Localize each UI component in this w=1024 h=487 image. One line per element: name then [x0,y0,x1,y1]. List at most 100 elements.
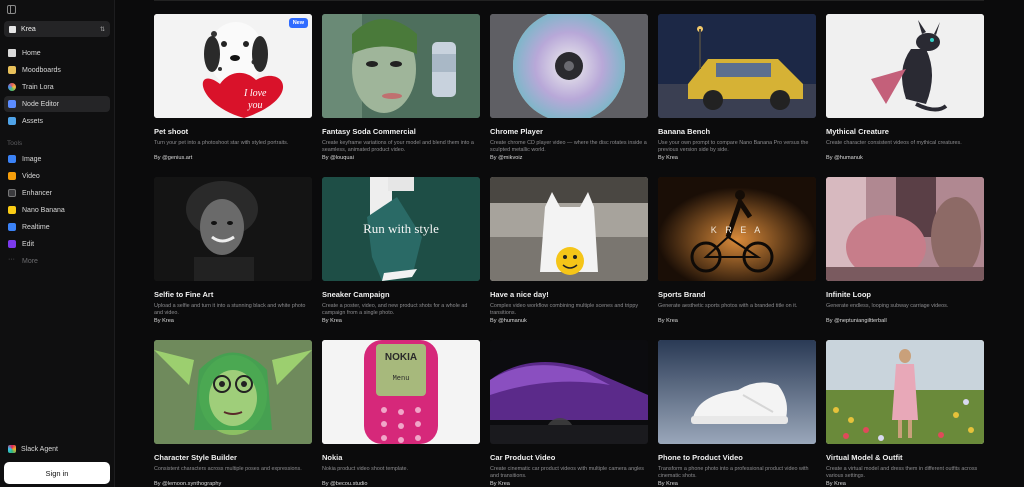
template-thumbnail[interactable] [658,340,816,444]
template-card[interactable]: K R E A Sports Brand Generate aesthetic sp… [658,177,816,340]
template-thumbnail[interactable] [154,340,312,444]
template-thumbnail[interactable]: K R E A [658,177,816,281]
nav-item-nano-banana[interactable]: Nano Banana [4,202,110,218]
template-card[interactable]: I love you New Pet shoot Turn your pet into … [154,14,312,177]
template-description: Create a virtual model and dress them in… [826,466,978,480]
slack-agent-link[interactable]: Slack Agent [0,442,114,456]
template-author[interactable]: By @genius.art [154,155,312,161]
nav-item-train-lora[interactable]: Train Lora [4,79,110,95]
template-thumbnail[interactable]: I love you New [154,14,312,118]
author-name: @genius.art [162,155,193,161]
template-card[interactable]: Selfie to Fine Art Upload a selfie and tu… [154,177,312,340]
nav-item-moodboards[interactable]: Moodboards [4,62,110,78]
template-card[interactable]: Infinite Loop Generate endless, looping s… [826,177,984,340]
workspace-switcher[interactable]: Krea ⇅ [4,21,110,37]
author-prefix: By [490,155,497,161]
template-title: Virtual Model & Outfit [826,453,903,462]
chevron-updown-icon: ⇅ [99,26,105,33]
author-prefix: By [154,318,161,324]
author-prefix: By [322,155,329,161]
template-title: Sports Brand [658,290,706,299]
template-description: Nokia product video shoot template. [322,466,409,472]
template-thumbnail[interactable] [322,14,480,118]
template-card[interactable]: Mythical Creature Create character consis… [826,14,984,177]
node-editor-icon [8,100,16,108]
nav-item-edit[interactable]: Edit [4,236,110,252]
app-root: Krea ⇅ Home Moodboards Train Lora Node E… [0,0,1024,487]
moodboard-icon [8,66,16,74]
templates-gallery: I love you New Pet shoot Turn your pet into … [115,0,1024,487]
author-name: @lemoon.synthography [162,481,222,487]
template-title: Fantasy Soda Commercial [322,127,416,136]
template-author[interactable]: By @louquai [322,155,480,161]
template-card[interactable]: Car Product Video Create cinematic car pr… [490,340,648,487]
template-thumbnail[interactable] [490,340,648,444]
author-name: @mikvoiz [498,155,523,161]
nav-label: Video [22,172,40,180]
template-description: Transform a phone photo into a professio… [658,466,809,480]
nav-label: Edit [22,240,35,248]
template-author[interactable]: By Krea [658,481,816,487]
template-card[interactable]: Chrome Player Create chrome CD player vid… [490,14,648,177]
template-thumbnail[interactable] [826,340,984,444]
author-prefix: By [154,481,161,487]
template-card[interactable]: Phone to Product Video Transform a phone … [658,340,816,487]
template-author[interactable]: By Krea [490,481,648,487]
nav-item-home[interactable]: Home [4,45,110,61]
template-description: Complex video workflow combining multipl… [490,303,639,317]
author-prefix: By [658,155,665,161]
template-author[interactable]: By Krea [154,318,312,324]
template-card[interactable]: Fantasy Soda Commercial Create keyframe v… [322,14,480,177]
workspace-name: Krea [21,25,36,33]
template-author[interactable]: By @humanuk [826,155,984,161]
template-thumbnail[interactable] [490,14,648,118]
template-author[interactable]: By Krea [658,318,816,324]
nav-item-more[interactable]: ··· More [4,253,110,269]
template-thumbnail[interactable]: Run with style [322,177,480,281]
author-name: Krea [330,318,342,324]
nav-label: Realtime [22,223,50,231]
template-title: Phone to Product Video [658,453,743,462]
author-name: @louquai [330,155,354,161]
template-card[interactable]: Banana Bench Use your own prompt to compa… [658,14,816,177]
nav-item-enhancer[interactable]: Enhancer [4,185,110,201]
author-name: Krea [162,318,174,324]
sidebar: Krea ⇅ Home Moodboards Train Lora Node E… [0,0,115,487]
template-author[interactable]: By Krea [826,481,984,487]
template-card[interactable]: Virtual Model & Outfit Create a virtual m… [826,340,984,487]
nav-item-image[interactable]: Image [4,151,110,167]
template-thumbnail[interactable] [658,14,816,118]
template-card[interactable]: Have a nice day! Complex video workflow c… [490,177,648,340]
nav-item-realtime[interactable]: Realtime [4,219,110,235]
sidebar-toggle-icon[interactable] [7,4,16,14]
template-author[interactable]: By @neptuniangiltterball [826,318,984,324]
template-card[interactable]: NOKIA Menu Nokia Nokia product video shoot … [322,340,480,487]
template-card[interactable]: Run with style Sneaker Campaign Create a p… [322,177,480,340]
template-card[interactable]: Character Style Builder Consistent charac… [154,340,312,487]
thumbnail-text: you [247,100,262,111]
template-thumbnail[interactable] [490,177,648,281]
template-author[interactable]: By @lemoon.synthography [154,481,312,487]
template-thumbnail[interactable]: NOKIA Menu [322,340,480,444]
tools-nav: Image Video Enhancer Nano Banana Realtim… [0,151,114,269]
nav-item-assets[interactable]: Assets [4,113,110,129]
sign-in-button[interactable]: Sign in [4,462,110,484]
template-grid: I love you New Pet shoot Turn your pet into … [154,14,984,487]
template-author[interactable]: By Krea [658,155,816,161]
template-description: Create chrome CD player video — where th… [490,140,647,154]
sidebar-header [0,0,114,18]
template-title: Banana Bench [658,127,711,136]
template-author[interactable]: By @mikvoiz [490,155,648,161]
nav-label: Nano Banana [22,206,65,214]
nav-item-video[interactable]: Video [4,168,110,184]
template-thumbnail[interactable] [826,177,984,281]
template-thumbnail[interactable] [154,177,312,281]
template-thumbnail[interactable] [826,14,984,118]
thumbnail-text: Run with style [363,221,439,236]
template-title: Pet shoot [154,127,189,136]
template-author[interactable]: By @humanuk [490,318,648,324]
template-author[interactable]: By @becou.studio [322,481,480,487]
nav-item-node-editor[interactable]: Node Editor [4,96,110,112]
template-author[interactable]: By Krea [322,318,480,324]
folder-icon [8,117,16,125]
